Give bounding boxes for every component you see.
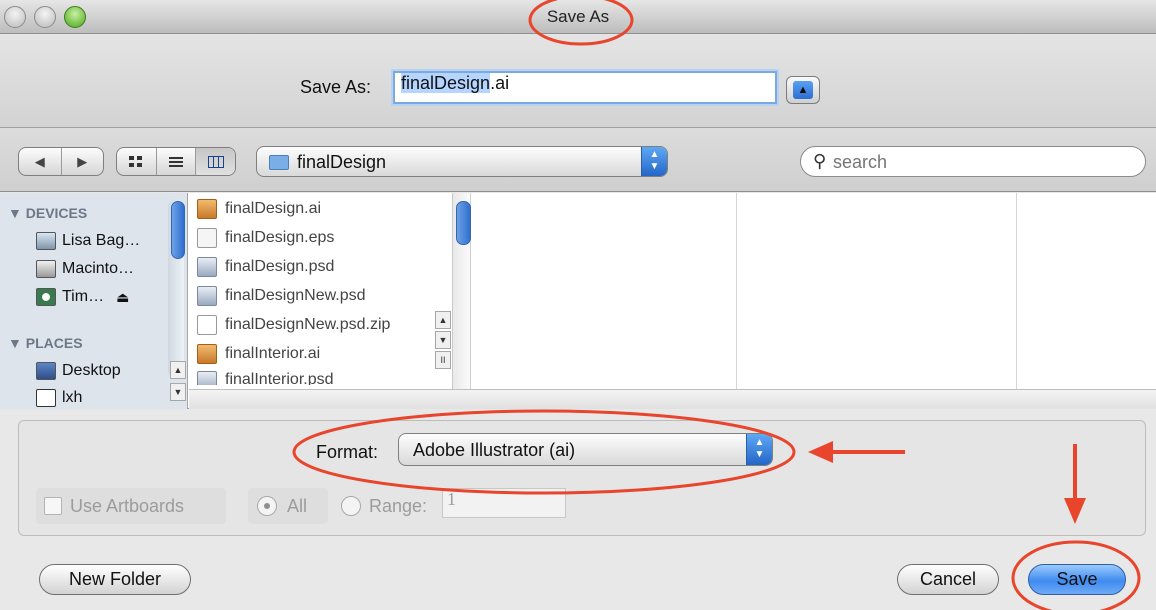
sidebar-item-desktop[interactable]: Desktop	[36, 359, 121, 383]
new-folder-button[interactable]: New Folder	[39, 564, 191, 595]
file-name: finalDesign.ai	[225, 200, 322, 217]
popup-stepper-icon: ▲ ▼	[746, 434, 772, 465]
filename-input[interactable]: finalDesign.ai	[393, 71, 777, 104]
file-name: finalDesignNew.psd	[225, 287, 366, 304]
cancel-button[interactable]: Cancel	[897, 564, 999, 595]
back-forward-control: ◀ ▶	[18, 147, 104, 176]
zip-file-icon	[197, 315, 217, 335]
psd-file-icon	[197, 371, 217, 385]
column-scroll-thumb[interactable]	[456, 201, 471, 245]
horizontal-scrollbar[interactable]	[189, 389, 1156, 409]
icon-view-button[interactable]	[117, 148, 157, 175]
all-label: All	[287, 496, 308, 516]
format-label: Format:	[316, 442, 379, 462]
list-item[interactable]: finalDesignNew.psd.zip	[197, 313, 390, 337]
file-column: finalDesign.ai finalDesign.eps finalDesi…	[189, 193, 453, 409]
sidebar-item-time-machine[interactable]: Tim… ⏏	[36, 285, 129, 309]
sidebar: ▼ DEVICES Lisa Bag… Macinto… Tim… ⏏ ▼ PL…	[0, 193, 188, 409]
places-heading: ▼ PLACES	[8, 335, 83, 351]
search-icon: ⚲	[813, 151, 827, 171]
list-item[interactable]: finalInterior.ai	[197, 342, 320, 366]
file-name: finalInterior.psd	[225, 371, 334, 385]
sidebar-item-label: Tim…	[62, 288, 105, 305]
sidebar-scroll-thumb[interactable]	[171, 201, 185, 259]
column-resize-handle-icon[interactable]: II	[435, 351, 451, 369]
column-divider	[736, 193, 737, 389]
save-as-row: Save As: finalDesign.ai ▲	[0, 34, 1156, 128]
back-arrow-icon: ◀	[34, 153, 45, 169]
file-name: finalDesignNew.psd.zip	[225, 316, 391, 333]
scroll-up-icon[interactable]: ▲	[435, 311, 451, 329]
list-item[interactable]: finalInterior.psd	[197, 371, 334, 385]
all-radio[interactable]	[257, 496, 277, 516]
back-button[interactable]: ◀	[19, 148, 62, 175]
search-field[interactable]: ⚲	[800, 146, 1146, 177]
forward-arrow-icon: ▶	[77, 153, 88, 169]
folder-location-popup[interactable]: finalDesign ▲ ▼	[256, 146, 668, 177]
column-view-icon	[207, 155, 224, 168]
list-view-button[interactable]	[157, 148, 197, 175]
illustrator-file-icon	[197, 199, 217, 219]
use-artboards-label: Use Artboards	[70, 496, 185, 516]
scroll-up-icon[interactable]: ▲	[170, 361, 186, 379]
filename-selected-text: finalDesign	[401, 73, 491, 93]
eject-icon[interactable]: ⏏	[116, 289, 129, 306]
eps-file-icon	[197, 228, 217, 248]
radio-selected-dot	[264, 503, 270, 509]
sidebar-item-label: Lisa Bag…	[62, 232, 141, 249]
save-as-label: Save As:	[300, 77, 372, 97]
range-label: Range:	[369, 496, 428, 516]
list-item[interactable]: finalDesignNew.psd	[197, 284, 366, 308]
list-view-icon	[169, 156, 183, 167]
psd-file-icon	[197, 286, 217, 306]
file-browser: ▼ DEVICES Lisa Bag… Macinto… Tim… ⏏ ▼ PL…	[0, 193, 1156, 409]
forward-button[interactable]: ▶	[62, 148, 104, 175]
scroll-down-icon[interactable]: ▼	[170, 383, 186, 401]
window-title: Save As	[546, 7, 610, 26]
column-view-button[interactable]	[196, 148, 235, 175]
sidebar-item-label: Desktop	[62, 362, 121, 379]
laptop-icon	[36, 232, 56, 250]
sidebar-item-lisa[interactable]: Lisa Bag…	[36, 229, 140, 253]
search-input[interactable]	[833, 150, 1133, 174]
view-mode-control	[116, 147, 236, 176]
file-name: finalDesign.psd	[225, 258, 335, 275]
use-artboards-checkbox[interactable]	[44, 497, 62, 515]
triangle-up-icon: ▲	[793, 81, 813, 99]
file-name: finalInterior.ai	[225, 345, 321, 362]
devices-heading: ▼ DEVICES	[8, 205, 88, 221]
range-input[interactable]: 1	[442, 488, 566, 518]
folder-icon	[269, 155, 289, 170]
current-folder-name: finalDesign	[297, 152, 387, 172]
sidebar-item-label: Macinto…	[62, 260, 135, 277]
list-item[interactable]: finalDesign.psd	[197, 255, 334, 279]
illustrator-file-icon	[197, 344, 217, 364]
collapse-browser-button[interactable]: ▲	[786, 76, 820, 104]
file-name: finalDesign.eps	[225, 229, 335, 246]
sidebar-item-label: lxh	[62, 389, 83, 406]
psd-file-icon	[197, 257, 217, 277]
home-icon	[36, 389, 56, 407]
list-item[interactable]: finalDesign.eps	[197, 226, 334, 250]
browser-toolbar: ◀ ▶ finalDesign ▲ ▼ ⚲	[0, 128, 1156, 192]
column-divider	[1016, 193, 1017, 389]
format-select[interactable]: Adobe Illustrator (ai) ▲ ▼	[398, 433, 773, 466]
title-bar: Save As	[0, 0, 1156, 34]
scroll-down-icon[interactable]: ▼	[435, 331, 451, 349]
format-value: Adobe Illustrator (ai)	[413, 440, 576, 460]
list-item[interactable]: finalDesign.ai	[197, 197, 321, 221]
desktop-icon	[36, 362, 56, 380]
sidebar-item-macintosh[interactable]: Macinto…	[36, 257, 134, 281]
time-machine-icon	[36, 288, 56, 306]
hard-drive-icon	[36, 260, 56, 278]
icon-view-icon	[129, 155, 143, 167]
filename-extension: .ai	[490, 73, 510, 93]
popup-stepper-icon: ▲ ▼	[641, 147, 667, 176]
range-radio[interactable]	[341, 496, 361, 516]
sidebar-item-home[interactable]: lxh	[36, 387, 82, 409]
save-as-dialog: Save As Save As: finalDesign.ai ▲ ◀ ▶ fi…	[0, 0, 1156, 610]
save-button[interactable]: Save	[1028, 564, 1126, 595]
